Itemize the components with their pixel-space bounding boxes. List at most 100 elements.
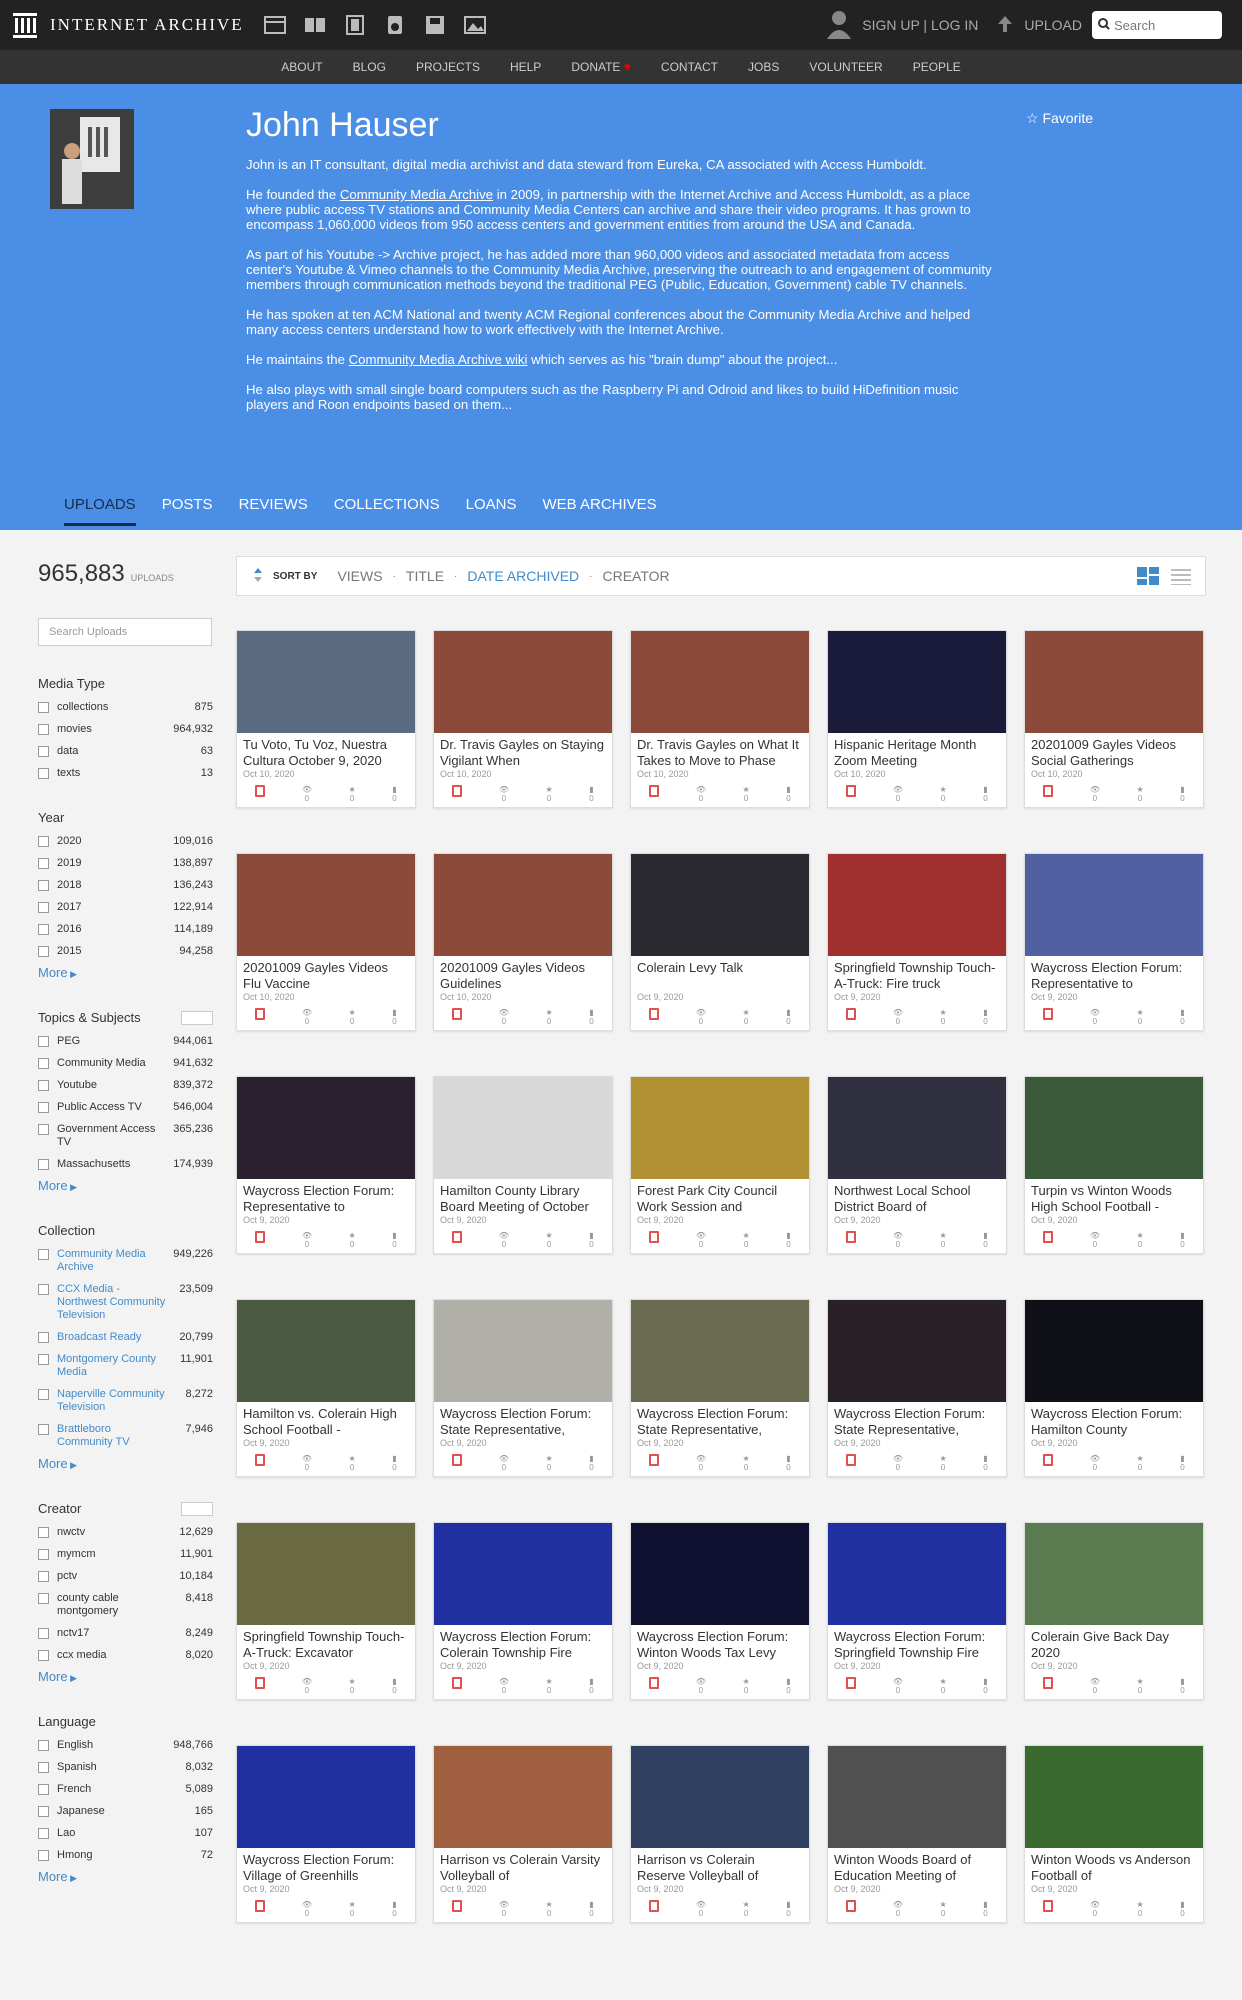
facet-row[interactable]: Public Access TV 546,004 [38,1101,213,1114]
checkbox[interactable] [38,1159,49,1170]
wiki-link[interactable]: Community Media Archive wiki [349,352,528,367]
item-title[interactable]: Colerain Levy Talk [631,956,809,992]
item-tile[interactable]: Hispanic Heritage Month Zoom Meeting Oct … [827,630,1007,808]
item-thumbnail[interactable] [434,631,612,733]
item-tile[interactable]: Colerain Levy Talk Oct 9, 2020 👁 0 ★ 0 ▮ 0 [630,853,810,1031]
item-title[interactable]: Waycross Election Forum: State Represent… [828,1402,1006,1438]
item-title[interactable]: Forest Park City Council Work Session an… [631,1179,809,1215]
item-title[interactable]: Hamilton County Library Board Meeting of… [434,1179,612,1215]
item-title[interactable]: Harrison vs Colerain Reserve Volleyball … [631,1848,809,1884]
facet-row[interactable]: Montgomery County Media 11,901 [38,1353,213,1379]
facet-row[interactable]: 2015 94,258 [38,945,213,958]
item-title[interactable]: Tu Voto, Tu Voz, Nuestra Cultura October… [237,733,415,769]
item-tile[interactable]: Harrison vs Colerain Reserve Volleyball … [630,1745,810,1923]
item-thumbnail[interactable] [434,1300,612,1402]
nav-help[interactable]: HELP [495,50,556,84]
item-thumbnail[interactable] [828,631,1006,733]
tab-uploads[interactable]: UPLOADS [64,496,136,526]
item-tile[interactable]: Winton Woods Board of Education Meeting … [827,1745,1007,1923]
item-thumbnail[interactable] [828,1746,1006,1848]
item-title[interactable]: Dr. Travis Gayles on What It Takes to Mo… [631,733,809,769]
nav-contact[interactable]: CONTACT [646,50,733,84]
item-tile[interactable]: Northwest Local School District Board of… [827,1076,1007,1254]
texts-icon[interactable] [302,14,328,36]
item-thumbnail[interactable] [1025,1077,1203,1179]
item-title[interactable]: Waycross Election Forum: Springfield Tow… [828,1625,1006,1661]
item-tile[interactable]: Waycross Election Forum: Hamilton County… [1024,1299,1204,1477]
facet-row[interactable]: Lao 107 [38,1827,213,1840]
checkbox[interactable] [38,836,49,847]
facet-row[interactable]: French 5,089 [38,1783,213,1796]
facet-more-link[interactable]: More ▶ [38,1178,213,1193]
item-tile[interactable]: Waycross Election Forum: State Represent… [630,1299,810,1477]
facet-row[interactable]: nctv17 8,249 [38,1627,213,1640]
item-tile[interactable]: Waycross Election Forum: Springfield Tow… [827,1522,1007,1700]
checkbox[interactable] [38,1650,49,1661]
item-title[interactable]: 20201009 Gayles Videos Guidelines [434,956,612,992]
nav-people[interactable]: PEOPLE [898,50,976,84]
item-thumbnail[interactable] [631,1300,809,1402]
sign-in-link[interactable]: SIGN UP | LOG IN [862,17,978,33]
facet-more-link[interactable]: More ▶ [38,965,213,980]
tab-web-archives[interactable]: WEB ARCHIVES [542,496,656,526]
nav-jobs[interactable]: JOBS [733,50,794,84]
sort-creator[interactable]: CREATOR [603,568,670,584]
sort-date-archived[interactable]: DATE ARCHIVED [467,568,579,584]
checkbox[interactable] [38,1806,49,1817]
item-tile[interactable]: Waycross Election Forum: Village of Gree… [236,1745,416,1923]
item-thumbnail[interactable] [1025,854,1203,956]
item-thumbnail[interactable] [631,854,809,956]
facet-row[interactable]: Broadcast Ready 20,799 [38,1331,213,1344]
tab-reviews[interactable]: REVIEWS [239,496,308,526]
item-tile[interactable]: Turpin vs Winton Woods High School Footb… [1024,1076,1204,1254]
facet-more-link[interactable]: More ▶ [38,1669,213,1684]
item-thumbnail[interactable] [631,1077,809,1179]
item-tile[interactable]: 20201009 Gayles Videos Flu Vaccine Oct 10… [236,853,416,1031]
checkbox[interactable] [38,1762,49,1773]
facet-row[interactable]: PEG 944,061 [38,1035,213,1048]
item-title[interactable]: 20201009 Gayles Videos Flu Vaccine [237,956,415,992]
sort-views[interactable]: VIEWS [337,568,382,584]
item-thumbnail[interactable] [1025,1300,1203,1402]
facet-row[interactable]: mymcm 11,901 [38,1548,213,1561]
logo[interactable]: INTERNET ARCHIVE [12,11,244,39]
tab-collections[interactable]: COLLECTIONS [334,496,440,526]
tab-loans[interactable]: LOANS [466,496,517,526]
item-tile[interactable]: Winton Woods vs Anderson Football of Oct … [1024,1745,1204,1923]
item-thumbnail[interactable] [237,1746,415,1848]
video-icon[interactable] [342,14,368,36]
facet-row[interactable]: texts 13 [38,767,213,780]
facet-row[interactable]: county cable montgomery 8,418 [38,1592,213,1618]
facet-row[interactable]: Brattleboro Community TV 7,946 [38,1423,213,1449]
audio-icon[interactable] [382,14,408,36]
facet-row[interactable]: CCX Media - Northwest Community Televisi… [38,1283,213,1322]
facet-row[interactable]: 2018 136,243 [38,879,213,892]
item-thumbnail[interactable] [434,854,612,956]
item-thumbnail[interactable] [631,1523,809,1625]
item-title[interactable]: 20201009 Gayles Videos Social Gatherings [1025,733,1203,769]
checkbox[interactable] [38,1058,49,1069]
facet-row[interactable]: nwctv 12,629 [38,1526,213,1539]
checkbox[interactable] [38,1549,49,1560]
item-tile[interactable]: Springfield Township Touch-A-Truck: Exca… [236,1522,416,1700]
item-title[interactable]: Waycross Election Forum: Representative … [237,1179,415,1215]
checkbox[interactable] [38,746,49,757]
item-tile[interactable]: Waycross Election Forum: Representative … [1024,853,1204,1031]
item-title[interactable]: Winton Woods Board of Education Meeting … [828,1848,1006,1884]
checkbox[interactable] [38,1628,49,1639]
nav-projects[interactable]: PROJECTS [401,50,495,84]
checkbox[interactable] [38,768,49,779]
checkbox[interactable] [38,1124,49,1135]
checkbox[interactable] [38,1249,49,1260]
nav-donate[interactable]: DONATE ♥ [556,50,646,84]
item-tile[interactable]: Colerain Give Back Day 2020 Oct 9, 2020 👁 0… [1024,1522,1204,1700]
facet-row[interactable]: English 948,766 [38,1739,213,1752]
checkbox[interactable] [38,1527,49,1538]
item-thumbnail[interactable] [434,1523,612,1625]
item-title[interactable]: Waycross Election Forum: Colerain Townsh… [434,1625,612,1661]
chart-toggle-icon[interactable] [181,1010,213,1025]
facet-row[interactable]: Community Media 941,632 [38,1057,213,1070]
item-thumbnail[interactable] [631,631,809,733]
checkbox[interactable] [38,1080,49,1091]
item-thumbnail[interactable] [434,1077,612,1179]
